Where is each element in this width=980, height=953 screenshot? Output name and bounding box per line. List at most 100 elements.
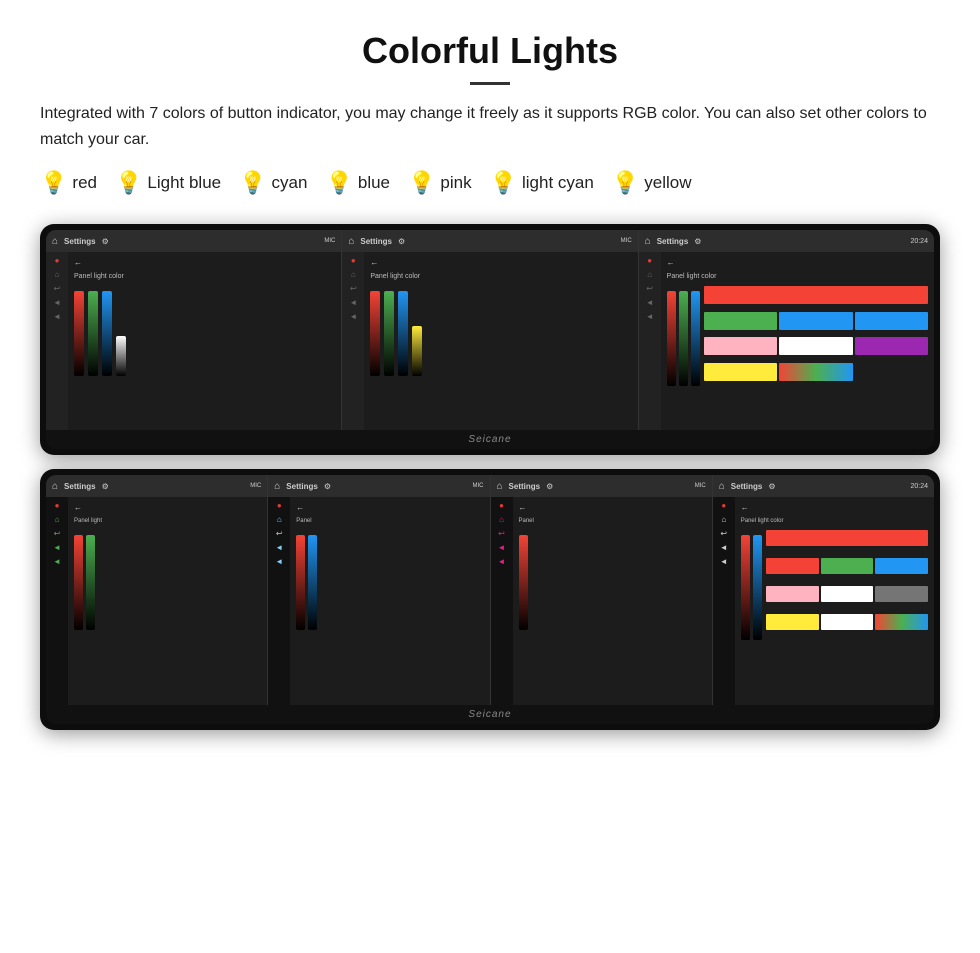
screen-6-settings-label: Settings [509, 482, 541, 491]
top-watermark: Seicane [46, 430, 934, 449]
screen-4-back-sb: ↩ [54, 529, 61, 538]
top-watermark-text: Seicane [468, 434, 511, 445]
screen-2-sliders [370, 286, 422, 376]
screen-3-sidebar: ● ⌂ ↩ ◄ ◄ [639, 252, 661, 430]
color-label-yellow: yellow [644, 173, 691, 193]
color-item-blue: 💡 blue [325, 170, 390, 196]
bottom-watermark: Seicane [46, 705, 934, 724]
screen-3-power-icon: ● [647, 256, 652, 265]
color-item-pink: 💡 pink [408, 170, 472, 196]
screen-6-top-right: MIC [695, 483, 706, 489]
screen-6-body: ● ⌂ ↩ ◄ ◄ ← Panel [491, 497, 712, 705]
cg2-red-full [766, 530, 928, 546]
screen-4-panel-title: Panel light [74, 518, 261, 524]
screen-1-settings-label: Settings [64, 237, 96, 246]
cg-pink [704, 337, 777, 355]
color-label-lightblue: Light blue [147, 173, 221, 193]
color-list: 💡 red 💡 Light blue 💡 cyan 💡 blue 💡 pink … [40, 170, 940, 196]
screen-5-power: ● [277, 501, 282, 510]
cg-green [704, 312, 777, 330]
screen-4-main: ← Panel light [68, 497, 267, 705]
top-screen-composite: ⌂ Settings ⚙ MIC ● ⌂ ↩ ◄ ◄ [40, 224, 940, 455]
screen-2-sidebar: ● ⌂ ↩ ◄ ◄ [342, 252, 364, 430]
screen-2-back-arrow: ← [370, 258, 631, 267]
screen-5-body: ● ⌂ ↩ ◄ ◄ ← Panel [268, 497, 489, 705]
cg-yellow [704, 363, 777, 381]
screen-2-blue-slider [398, 291, 408, 376]
screen-4-sidebar: ● ⌂ ↩ ◄ ◄ [46, 497, 68, 705]
cyan-bulb-icon: 💡 [239, 170, 266, 196]
color-label-red: red [72, 173, 97, 193]
cg2-red [766, 558, 819, 574]
screen-5-topbar: ⌂ Settings ⚙ MIC [268, 475, 489, 497]
screen-6-vol-sb: ◄ [498, 543, 506, 552]
screen-6-mic: MIC [695, 483, 706, 489]
screen-2-top-right: MIC [621, 238, 632, 244]
screen-3-back-sb: ↩ [646, 284, 653, 293]
screen-7-home-icon: ⌂ [719, 481, 725, 492]
screen-5-panel-title: Panel [296, 518, 483, 524]
color-label-pink: pink [440, 173, 471, 193]
color-item-red: 💡 red [40, 170, 97, 196]
screen-5-settings-label: Settings [286, 482, 318, 491]
screen-5-top-right: MIC [473, 483, 484, 489]
screen-1-vol2-sb-icon: ◄ [53, 312, 61, 321]
screen-7-settings-label: Settings [731, 482, 763, 491]
color-item-yellow: 💡 yellow [612, 170, 692, 196]
mic-label: MIC [324, 238, 335, 244]
screen-5-red-slider [296, 535, 305, 630]
screen-3-home-icon: ⌂ [645, 236, 651, 247]
cg2-gray [875, 586, 928, 602]
screen-1-blue-slider [102, 291, 112, 376]
screen-6-gear-icon: ⚙ [546, 482, 553, 491]
top-three-screens: ⌂ Settings ⚙ MIC ● ⌂ ↩ ◄ ◄ [46, 230, 934, 430]
screen-6-main: ← Panel [513, 497, 712, 705]
screen-5-mic: MIC [473, 483, 484, 489]
cg-purple [855, 337, 928, 355]
screen-3-back-arrow: ← [667, 258, 928, 267]
page-title: Colorful Lights [40, 30, 940, 72]
screen-7-home-sb: ⌂ [721, 515, 726, 524]
screen-2-home-sb: ⌂ [351, 270, 356, 279]
screen-5-home-sb: ⌂ [277, 515, 282, 524]
color-label-lightcyan: light cyan [522, 173, 594, 193]
screen-7-blue-slider [753, 535, 762, 640]
red-bulb-icon: 💡 [40, 170, 67, 196]
color-label-cyan: cyan [272, 173, 308, 193]
color-item-cyan: 💡 cyan [239, 170, 307, 196]
screen-1-body: ● ⌂ ↩ ◄ ◄ ← Panel light color [46, 252, 341, 430]
cg-blue [779, 312, 852, 330]
cg2-white [821, 586, 874, 602]
screen-5: ⌂ Settings ⚙ MIC ● ⌂ ↩ ◄ ◄ [268, 475, 490, 705]
screen-4: ⌂ Settings ⚙ MIC ● ⌂ ↩ ◄ ◄ [46, 475, 268, 705]
cg2-yellow [766, 614, 819, 630]
screen-6-power: ● [499, 501, 504, 510]
screen-7-gear-icon: ⚙ [768, 482, 775, 491]
screen-4-body: ● ⌂ ↩ ◄ ◄ ← Panel light [46, 497, 267, 705]
screen-1-power-icon: ● [55, 256, 60, 265]
screen-2-gear-icon: ⚙ [398, 237, 405, 246]
screen-2-body: ● ⌂ ↩ ◄ ◄ ← Panel light color [342, 252, 637, 430]
screen-4-back-arrow: ← [74, 503, 261, 512]
screen-5-vol-sb: ◄ [275, 543, 283, 552]
blue-bulb-icon: 💡 [325, 170, 352, 196]
screen-6-home-icon: ⌂ [497, 481, 503, 492]
screen-7-vol-sb: ◄ [720, 543, 728, 552]
screen-7: ⌂ Settings ⚙ 20:24 ● ⌂ ↩ ◄ ◄ [713, 475, 934, 705]
screen-3-gear-icon: ⚙ [694, 237, 701, 246]
screen-4-top-right: MIC [250, 483, 261, 489]
lightblue-bulb-icon: 💡 [115, 170, 142, 196]
cg2-pink [766, 586, 819, 602]
screen-3: ⌂ Settings ⚙ 20:24 ● ⌂ ↩ ◄ ◄ [639, 230, 934, 430]
screen-3-settings-label: Settings [657, 237, 689, 246]
screen-4-topbar: ⌂ Settings ⚙ MIC [46, 475, 267, 497]
screen-4-power: ● [55, 501, 60, 510]
screen-1-sidebar: ● ⌂ ↩ ◄ ◄ [46, 252, 68, 430]
screen-7-back-sb: ↩ [720, 529, 727, 538]
screen-3-red-slider [667, 291, 676, 386]
screen-2-red-slider [370, 291, 380, 376]
screen-7-topbar: ⌂ Settings ⚙ 20:24 [713, 475, 934, 497]
screen-7-panel-title: Panel light color [741, 518, 928, 524]
screen-4-vol2-sb: ◄ [53, 557, 61, 566]
screen-1-back-sb-icon: ↩ [54, 284, 61, 293]
